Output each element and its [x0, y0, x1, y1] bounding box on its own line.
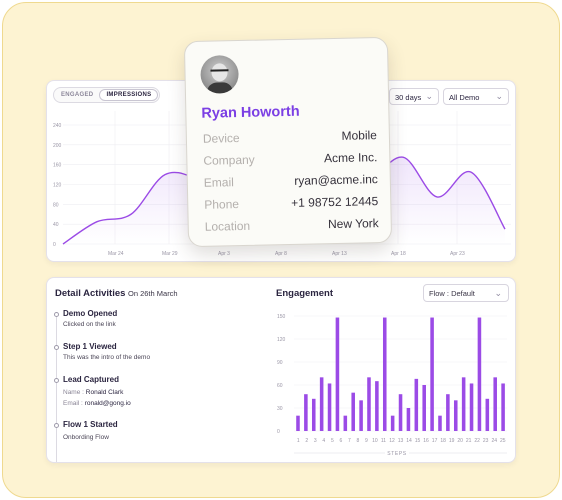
contact-label: Phone	[204, 197, 240, 212]
x-tick-label: 13	[398, 438, 404, 444]
bar[interactable]	[335, 317, 340, 431]
x-tick-label: 5	[331, 438, 334, 444]
contact-value: New York	[327, 216, 379, 232]
contact-value: Acme Inc.	[323, 150, 378, 166]
contact-row-phone: Phone +1 98752 12445	[204, 194, 378, 214]
x-tick-label: Apr 3	[218, 251, 230, 257]
bar[interactable]	[501, 383, 505, 431]
x-tick-label: 24	[491, 438, 497, 444]
contact-name: Ryan Howorth	[201, 103, 300, 122]
x-tick-label: 4	[322, 438, 325, 444]
x-tick-label: 6	[339, 438, 342, 444]
contact-row-company: Company Acme Inc.	[203, 150, 377, 170]
contact-value[interactable]: ryan@acme.inc	[294, 172, 378, 188]
engagement-bar-chart: 0306090120150 1 2 3 4 5 6 7 8 9 10 11 12 13 14 15 16 17 1…	[277, 314, 507, 457]
x-tick-label: 8	[357, 438, 360, 444]
bar[interactable]	[461, 377, 466, 431]
bar[interactable]	[375, 381, 379, 431]
x-tick-label: 15	[415, 438, 421, 444]
y-tick-label: 120	[53, 183, 62, 189]
bar[interactable]	[390, 415, 395, 431]
bar[interactable]	[343, 415, 348, 431]
y-tick-label: 80	[53, 202, 59, 208]
x-tick-label: Apr 13	[332, 251, 347, 257]
contact-card: Ryan Howorth Device Mobile Company Acme …	[183, 36, 393, 248]
contact-label: Email	[203, 175, 234, 190]
x-tick-label: 23	[483, 438, 489, 444]
x-tick-label: 2	[305, 438, 308, 444]
bar[interactable]	[296, 415, 300, 431]
activity-card: Detail Activities On 26th March Demo Ope…	[46, 277, 516, 463]
bar[interactable]	[327, 383, 332, 431]
x-tick-label: 17	[432, 438, 438, 444]
x-tick-label: 11	[381, 438, 386, 444]
contact-value: +1 98752 12445	[291, 194, 379, 210]
x-tick-label: 16	[423, 438, 429, 444]
x-tick-label: Apr 8	[275, 251, 287, 257]
y-tick-label: 0	[53, 242, 56, 248]
x-tick-label: 21	[466, 438, 472, 444]
x-tick-label: 22	[474, 438, 480, 444]
bar[interactable]	[359, 400, 363, 431]
bar[interactable]	[319, 377, 324, 431]
bar[interactable]	[367, 377, 371, 431]
x-tick-label: 12	[389, 438, 395, 444]
bar[interactable]	[493, 377, 497, 431]
avatar	[200, 55, 239, 94]
y-tick-label: 240	[53, 123, 62, 129]
contact-label: Device	[202, 131, 240, 146]
x-tick-label: 18	[440, 438, 446, 444]
contact-label: Company	[203, 152, 255, 168]
bar[interactable]	[485, 398, 490, 431]
x-tick-label: 1	[297, 438, 300, 444]
x-tick-label: 19	[449, 438, 455, 444]
bar[interactable]	[304, 394, 308, 431]
bar[interactable]	[438, 415, 442, 431]
x-tick-label: 3	[314, 438, 317, 444]
x-tick-label: 14	[406, 438, 412, 444]
y-tick-label: 160	[53, 163, 62, 169]
x-tick-label: Mar 24	[108, 251, 124, 257]
bar[interactable]	[406, 408, 411, 431]
x-tick-label: Apr 23	[450, 251, 465, 257]
bar[interactable]	[477, 317, 482, 431]
y-tick-label: 150	[277, 314, 286, 320]
bar[interactable]	[446, 394, 450, 431]
bar[interactable]	[382, 317, 387, 431]
bar[interactable]	[453, 400, 458, 431]
bar[interactable]	[351, 392, 355, 431]
bar[interactable]	[398, 394, 403, 431]
y-tick-label: 40	[53, 222, 59, 228]
contact-label: Location	[204, 218, 251, 234]
x-tick-label: Mar 29	[162, 251, 178, 257]
x-tick-label: 7	[348, 438, 351, 444]
bar[interactable]	[311, 398, 316, 431]
y-tick-label: 30	[277, 406, 283, 412]
bar[interactable]	[422, 385, 426, 431]
y-tick-label: 120	[277, 337, 286, 343]
y-tick-label: 90	[277, 360, 283, 366]
y-tick-label: 0	[277, 429, 280, 435]
contact-row-location: Location New York	[205, 216, 379, 236]
x-tick-label: 25	[500, 438, 506, 444]
bar[interactable]	[430, 317, 434, 431]
x-axis-label: STEPS	[387, 451, 406, 457]
x-tick-label: Apr 18	[391, 251, 406, 257]
contact-row-device: Device Mobile	[203, 128, 377, 148]
x-tick-label: 9	[365, 438, 368, 444]
x-tick-label: 10	[372, 438, 378, 444]
bar[interactable]	[414, 378, 419, 431]
contact-value: Mobile	[341, 128, 378, 143]
y-tick-label: 200	[53, 143, 62, 149]
x-tick-label: 20	[457, 438, 463, 444]
bar[interactable]	[469, 383, 474, 431]
contact-row-email: Email ryan@acme.inc	[204, 172, 378, 192]
y-tick-label: 60	[277, 383, 283, 389]
